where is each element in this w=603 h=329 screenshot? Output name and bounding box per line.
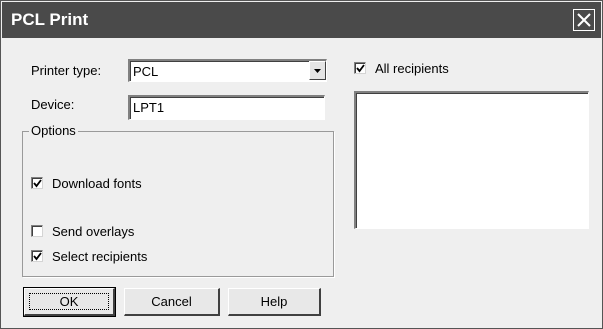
device-input[interactable]: LPT1 xyxy=(128,95,325,120)
help-button[interactable]: Help xyxy=(228,288,321,316)
download-fonts-label[interactable]: Download fonts xyxy=(52,176,142,191)
send-overlays-label[interactable]: Send overlays xyxy=(52,224,134,239)
close-icon xyxy=(577,13,591,27)
focus-rectangle xyxy=(29,293,109,310)
pcl-print-dialog: PCL Print Printer type: PCL Device: LPT1… xyxy=(0,0,603,329)
device-label: Device: xyxy=(31,97,75,112)
title-bar[interactable]: PCL Print xyxy=(2,2,601,38)
printer-type-select[interactable]: PCL xyxy=(128,59,327,82)
window-title: PCL Print xyxy=(11,10,89,29)
download-fonts-checkbox[interactable] xyxy=(31,177,43,189)
cancel-button-label: Cancel xyxy=(151,294,192,309)
checkmark-icon xyxy=(356,64,365,73)
close-button[interactable] xyxy=(573,9,595,31)
help-button-label: Help xyxy=(260,294,288,309)
checkmark-icon xyxy=(33,179,42,188)
printer-type-value: PCL xyxy=(133,64,159,79)
select-recipients-label[interactable]: Select recipients xyxy=(52,249,147,264)
select-recipients-checkbox[interactable] xyxy=(31,250,43,262)
chevron-down-icon xyxy=(314,69,321,73)
cancel-button[interactable]: Cancel xyxy=(124,288,220,316)
printer-type-label: Printer type: xyxy=(31,63,102,78)
send-overlays-checkbox[interactable] xyxy=(31,225,43,237)
device-value: LPT1 xyxy=(133,100,165,115)
ok-button[interactable]: OK xyxy=(23,287,116,317)
checkmark-icon xyxy=(33,252,42,261)
recipients-listbox[interactable] xyxy=(354,91,589,229)
options-legend: Options xyxy=(29,123,78,138)
all-recipients-checkbox[interactable] xyxy=(354,62,366,74)
all-recipients-label[interactable]: All recipients xyxy=(375,61,449,76)
printer-type-dropdown-button[interactable] xyxy=(309,61,326,80)
